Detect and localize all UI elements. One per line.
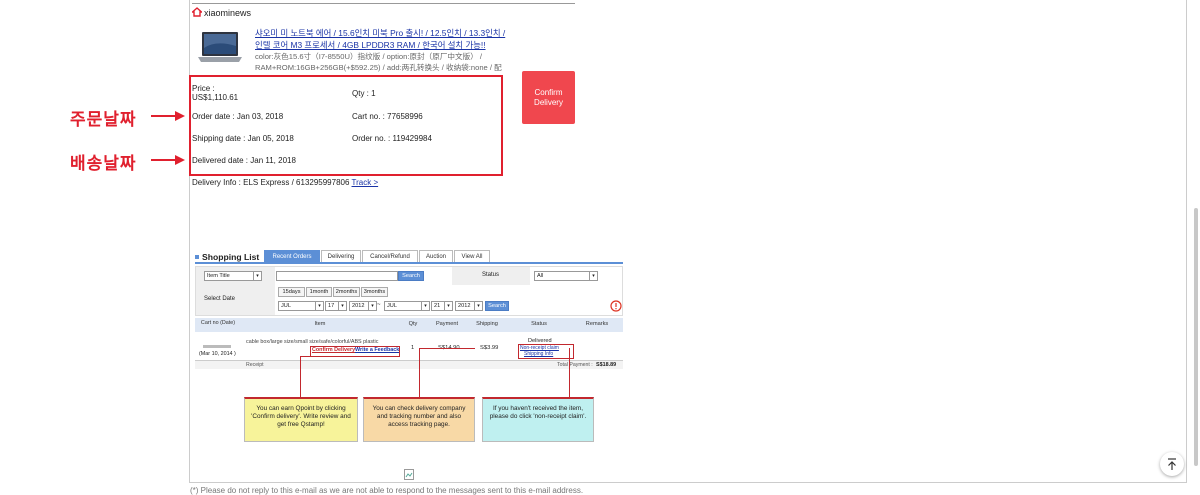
status-label: Status — [482, 272, 500, 278]
tab-underline — [195, 262, 623, 264]
header-qty: Qty — [408, 321, 418, 327]
total-label: Total Payment : — [557, 362, 593, 368]
alert-icon — [610, 300, 622, 312]
status-select[interactable]: All ▾ — [534, 271, 598, 281]
item-title-select[interactable]: Item Title ▾ — [204, 271, 262, 281]
shipping-date: Shipping date : Jan 05, 2018 — [192, 134, 294, 143]
cart-no: Cart no. : 77658996 — [352, 112, 423, 121]
arrow-line-order — [151, 115, 177, 117]
order-no: Order no. : 119429984 — [352, 134, 432, 143]
confirm-line1: Confirm — [534, 87, 563, 97]
status-highlight — [518, 344, 574, 359]
track-link[interactable]: Track > — [352, 178, 379, 187]
to-month-value: JUL — [387, 303, 397, 309]
order-date: Order date : Jan 03, 2018 — [192, 112, 284, 121]
scroll-to-top-button[interactable] — [1160, 452, 1184, 476]
from-month-select[interactable]: JUL ▾ — [278, 301, 324, 311]
chevron-down-icon: ▾ — [474, 302, 482, 310]
chevron-down-icon: ▾ — [368, 302, 376, 310]
top-divider — [192, 3, 575, 4]
redacted-cart-no — [203, 345, 231, 348]
connector-line — [419, 348, 420, 398]
confirm-line2: Delivery — [534, 97, 563, 107]
broken-image-icon — [404, 469, 414, 480]
range-1month-button[interactable]: 1month — [306, 287, 332, 297]
connector-line — [569, 348, 570, 398]
connector-line — [419, 348, 475, 349]
to-year-value: 2012 — [458, 303, 471, 309]
annotation-delivery-date: 배송날짜 — [70, 154, 137, 173]
confirm-delivery-button[interactable]: Confirm Delivery — [522, 71, 575, 124]
chevron-down-icon: ▾ — [338, 302, 346, 310]
item-title-select-value: Item Title — [207, 273, 230, 279]
arrow-up-icon — [1168, 458, 1176, 470]
to-day-select[interactable]: 21 ▾ — [431, 301, 453, 311]
chevron-down-icon: ▾ — [421, 302, 429, 310]
to-day-value: 21 — [434, 303, 441, 309]
from-month-value: JUL — [281, 303, 291, 309]
from-day-value: 17 — [328, 303, 335, 309]
receipt-label[interactable]: Receipt — [246, 362, 264, 368]
right-border — [1186, 0, 1187, 483]
header-cart-no: Cart no (Date) — [200, 320, 236, 326]
header-shipping: Shipping — [476, 321, 498, 327]
row-item-name[interactable]: cable box/large size/small size/safe/col… — [246, 339, 378, 345]
from-year-select[interactable]: 2012 ▾ — [349, 301, 377, 311]
product-options: color:灰色15.6寸（I7-8550U）指纹版 / option:原封（原… — [255, 52, 502, 72]
chevron-down-icon: ▾ — [444, 302, 452, 310]
to-month-select[interactable]: JUL ▾ — [384, 301, 430, 311]
shop-name[interactable]: xiaominews — [204, 8, 251, 18]
total-value: S$18.89 — [596, 362, 617, 368]
header-item: Item — [314, 321, 326, 327]
arrow-head-icon — [175, 155, 185, 165]
laptop-thumbnail[interactable] — [196, 28, 244, 68]
scrollbar-thumb[interactable] — [1194, 208, 1198, 466]
price-label: Price : — [192, 84, 215, 93]
row-date: (Mar 10, 2014 ) — [199, 351, 236, 357]
select-date-label: Select Date — [204, 296, 236, 302]
home-icon — [192, 7, 202, 17]
range-2months-button[interactable]: 2months — [333, 287, 360, 297]
range-3months-button[interactable]: 3months — [361, 287, 388, 297]
shopping-list-title: Shopping List — [202, 252, 260, 262]
to-year-select[interactable]: 2012 ▾ — [455, 301, 483, 311]
note-cyan: If you haven't received the item, please… — [482, 397, 594, 442]
qty: Qty : 1 — [352, 89, 376, 98]
date-tilde: ~ — [377, 302, 381, 308]
delivered-date: Delivered date : Jan 11, 2018 — [192, 156, 296, 165]
date-search-button[interactable]: Search — [485, 301, 509, 311]
chevron-down-icon: ▾ — [315, 302, 323, 310]
delivery-info: Delivery Info : ELS Express / 6132959978… — [192, 178, 378, 187]
search-input[interactable] — [276, 271, 398, 281]
search-button[interactable]: Search — [398, 271, 424, 281]
note-yellow: You can earn Qpoint by clicking 'Confirm… — [244, 397, 358, 442]
footer-note: (*) Please do not reply to this e-mail a… — [190, 486, 584, 495]
header-status: Status — [531, 321, 547, 327]
actions-highlight — [310, 346, 400, 357]
delivery-info-text: Delivery Info : ELS Express / 6132959978… — [192, 178, 350, 187]
row-qty: 1 — [411, 345, 415, 351]
from-day-select[interactable]: 17 ▾ — [325, 301, 347, 311]
arrow-head-icon — [175, 111, 185, 121]
connector-line — [300, 356, 312, 357]
product-title-link[interactable]: 샤오미 미 노트북 에어 / 15.6인치 미북 Pro 출시! / 12.5인… — [255, 27, 515, 51]
left-border — [189, 0, 190, 483]
range-15days-button[interactable]: 15days — [278, 287, 305, 297]
arrow-line-delivery — [151, 159, 177, 161]
annotation-order-date: 주문날짜 — [70, 110, 137, 129]
from-year-value: 2012 — [352, 303, 365, 309]
chevron-down-icon: ▾ — [589, 272, 597, 280]
header-payment: Payment — [435, 321, 459, 327]
title-bullet-icon — [195, 255, 199, 259]
status-select-value: All — [537, 273, 544, 279]
note-orange: You can check delivery company and track… — [363, 397, 475, 442]
bottom-border — [189, 482, 1187, 483]
price-value: US$1,110.61 — [192, 93, 239, 102]
header-remarks: Remarks — [585, 321, 609, 327]
chevron-down-icon: ▾ — [253, 272, 261, 280]
connector-line — [300, 356, 301, 398]
row-shipping: S$3.99 — [480, 345, 499, 351]
